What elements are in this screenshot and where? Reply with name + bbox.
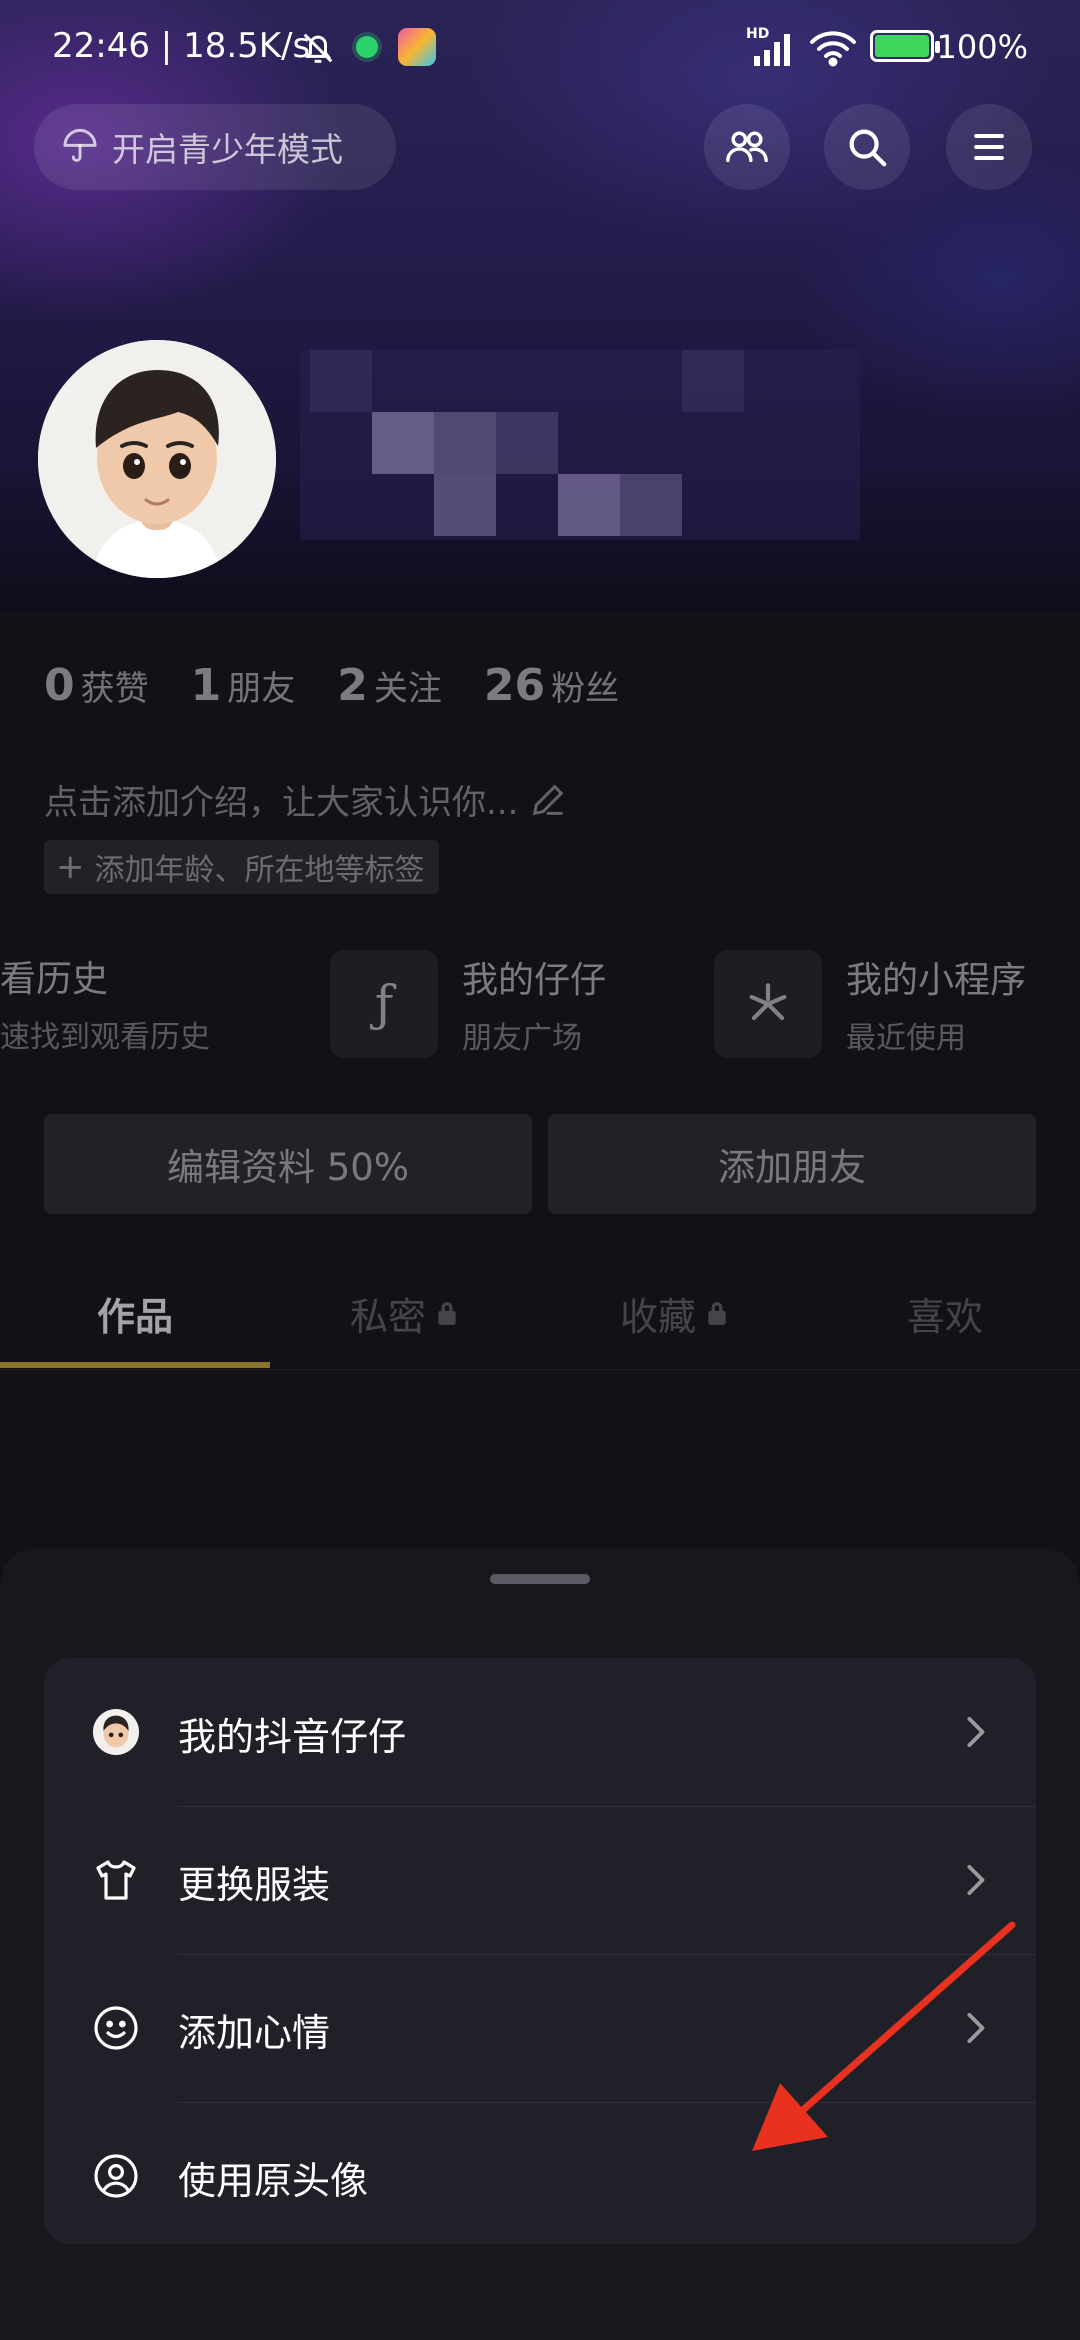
tshirt-icon xyxy=(96,1860,136,1900)
shortcut-title: 看历史 xyxy=(0,959,109,1000)
edit-profile-button[interactable]: 编辑资料 50% xyxy=(44,1114,532,1214)
lock-icon xyxy=(708,1302,726,1325)
wifi-icon xyxy=(810,31,856,67)
menu-icon xyxy=(974,133,1004,161)
tab-works[interactable]: 作品 xyxy=(0,1260,270,1366)
shortcut-my-zaizai[interactable]: ƒ 我的仔仔 朋友广场 xyxy=(330,950,606,1058)
tab-private[interactable]: 私密 xyxy=(270,1260,540,1366)
stat-label: 关注 xyxy=(373,669,442,709)
add-tags-label: 添加年龄、所在地等标签 xyxy=(94,853,425,888)
shortcut-title: 我的小程序 xyxy=(846,960,1027,1001)
shortcut-title: 我的仔仔 xyxy=(462,960,607,1001)
status-bar: 22:46 | 18.5K/s HD 100% xyxy=(0,0,1080,96)
tab-label: 收藏 xyxy=(619,1294,696,1339)
search-button[interactable] xyxy=(824,104,910,190)
lock-icon xyxy=(438,1302,456,1325)
user-circle-icon xyxy=(94,2154,138,2198)
zaizai-glyph: ƒ xyxy=(374,975,394,1033)
menu-item-label: 使用原头像 xyxy=(178,2159,369,2203)
tab-likes[interactable]: 喜欢 xyxy=(810,1260,1080,1366)
profile-stats: 0 获赞 1 朋友 2 关注 26 粉丝 xyxy=(44,660,661,711)
menu-item-label: 更换服装 xyxy=(178,1863,331,1907)
stat-followers[interactable]: 26 粉丝 xyxy=(484,660,619,711)
plus-icon: + xyxy=(56,847,85,887)
mini-program-icon xyxy=(714,950,822,1058)
tab-label: 私密 xyxy=(349,1294,426,1339)
edit-pencil-icon xyxy=(533,784,564,815)
status-separator: | xyxy=(160,26,184,66)
search-icon xyxy=(849,129,887,167)
menu-item-label: 添加心情 xyxy=(178,2011,331,2055)
chevron-right-icon xyxy=(967,1865,985,1895)
username-mosaic xyxy=(300,350,860,540)
battery-percent: 100% xyxy=(936,28,1028,66)
app-notification-icon xyxy=(356,36,378,58)
status-speed: 18.5K/s xyxy=(183,26,311,66)
add-tags-chip[interactable]: + 添加年龄、所在地等标签 xyxy=(44,840,439,894)
profile-avatar[interactable] xyxy=(38,340,276,578)
network-label: HD xyxy=(746,26,770,42)
status-time-speed: 22:46 | 18.5K/s xyxy=(52,26,310,66)
zaizai-icon: ƒ xyxy=(330,950,438,1058)
stat-label: 获赞 xyxy=(80,669,149,709)
menu-item-label: 我的抖音仔仔 xyxy=(178,1715,407,1759)
friends-button[interactable] xyxy=(704,104,790,190)
tab-label: 喜欢 xyxy=(906,1294,983,1339)
smile-icon xyxy=(94,2006,138,2050)
stat-likes[interactable]: 0 获赞 xyxy=(44,660,149,711)
menu-button[interactable] xyxy=(946,104,1032,190)
stat-value: 26 xyxy=(483,660,546,711)
active-tab-indicator xyxy=(0,1362,270,1368)
stat-value: 1 xyxy=(190,660,222,711)
sheet-drag-handle[interactable] xyxy=(490,1574,590,1584)
signal-icon: HD xyxy=(746,26,796,72)
bio-text: 点击添加介绍，让大家认识你... xyxy=(44,783,519,823)
status-time: 22:46 xyxy=(52,26,150,66)
avatar-small-icon xyxy=(92,1708,140,1756)
menu-item-my-zaizai[interactable]: 我的抖音仔仔 xyxy=(44,1658,1036,1806)
shortcut-mini-program[interactable]: 我的小程序 最近使用 xyxy=(714,950,1026,1058)
shortcut-subtitle: 速找到观看历史 xyxy=(0,1020,210,1055)
tab-label: 作品 xyxy=(96,1294,173,1339)
stat-label: 粉丝 xyxy=(551,669,620,709)
teen-mode-button[interactable]: 开启青少年模式 xyxy=(34,104,396,190)
avatar-cartoon-face-icon xyxy=(38,340,276,578)
stat-value: 0 xyxy=(44,660,75,711)
shortcut-subtitle: 最近使用 xyxy=(846,1021,966,1056)
mute-bell-icon xyxy=(303,33,333,63)
shortcut-subtitle: 朋友广场 xyxy=(462,1021,582,1056)
tab-favorites[interactable]: 收藏 xyxy=(540,1260,810,1366)
stat-label: 朋友 xyxy=(227,669,296,709)
teen-mode-label: 开启青少年模式 xyxy=(112,130,343,169)
stat-following[interactable]: 2 关注 xyxy=(337,660,442,711)
bio-placeholder[interactable]: 点击添加介绍，让大家认识你... xyxy=(44,775,568,824)
game-app-icon xyxy=(398,28,436,66)
stat-value: 2 xyxy=(337,660,368,711)
friends-icon xyxy=(726,131,768,163)
annotation-arrow-icon xyxy=(752,1921,1016,2151)
profile-body-dimmed xyxy=(0,610,1080,1570)
umbrella-icon xyxy=(63,128,97,162)
content-tabs: 作品 私密 收藏 喜欢 xyxy=(0,1260,1080,1370)
shortcut-history[interactable]: 看历史 速找到观看历史 xyxy=(0,950,210,1056)
add-friend-button[interactable]: 添加朋友 xyxy=(548,1114,1036,1214)
battery-charging-icon xyxy=(870,30,940,62)
stat-friends[interactable]: 1 朋友 xyxy=(191,660,296,711)
chevron-right-icon xyxy=(967,1717,985,1747)
